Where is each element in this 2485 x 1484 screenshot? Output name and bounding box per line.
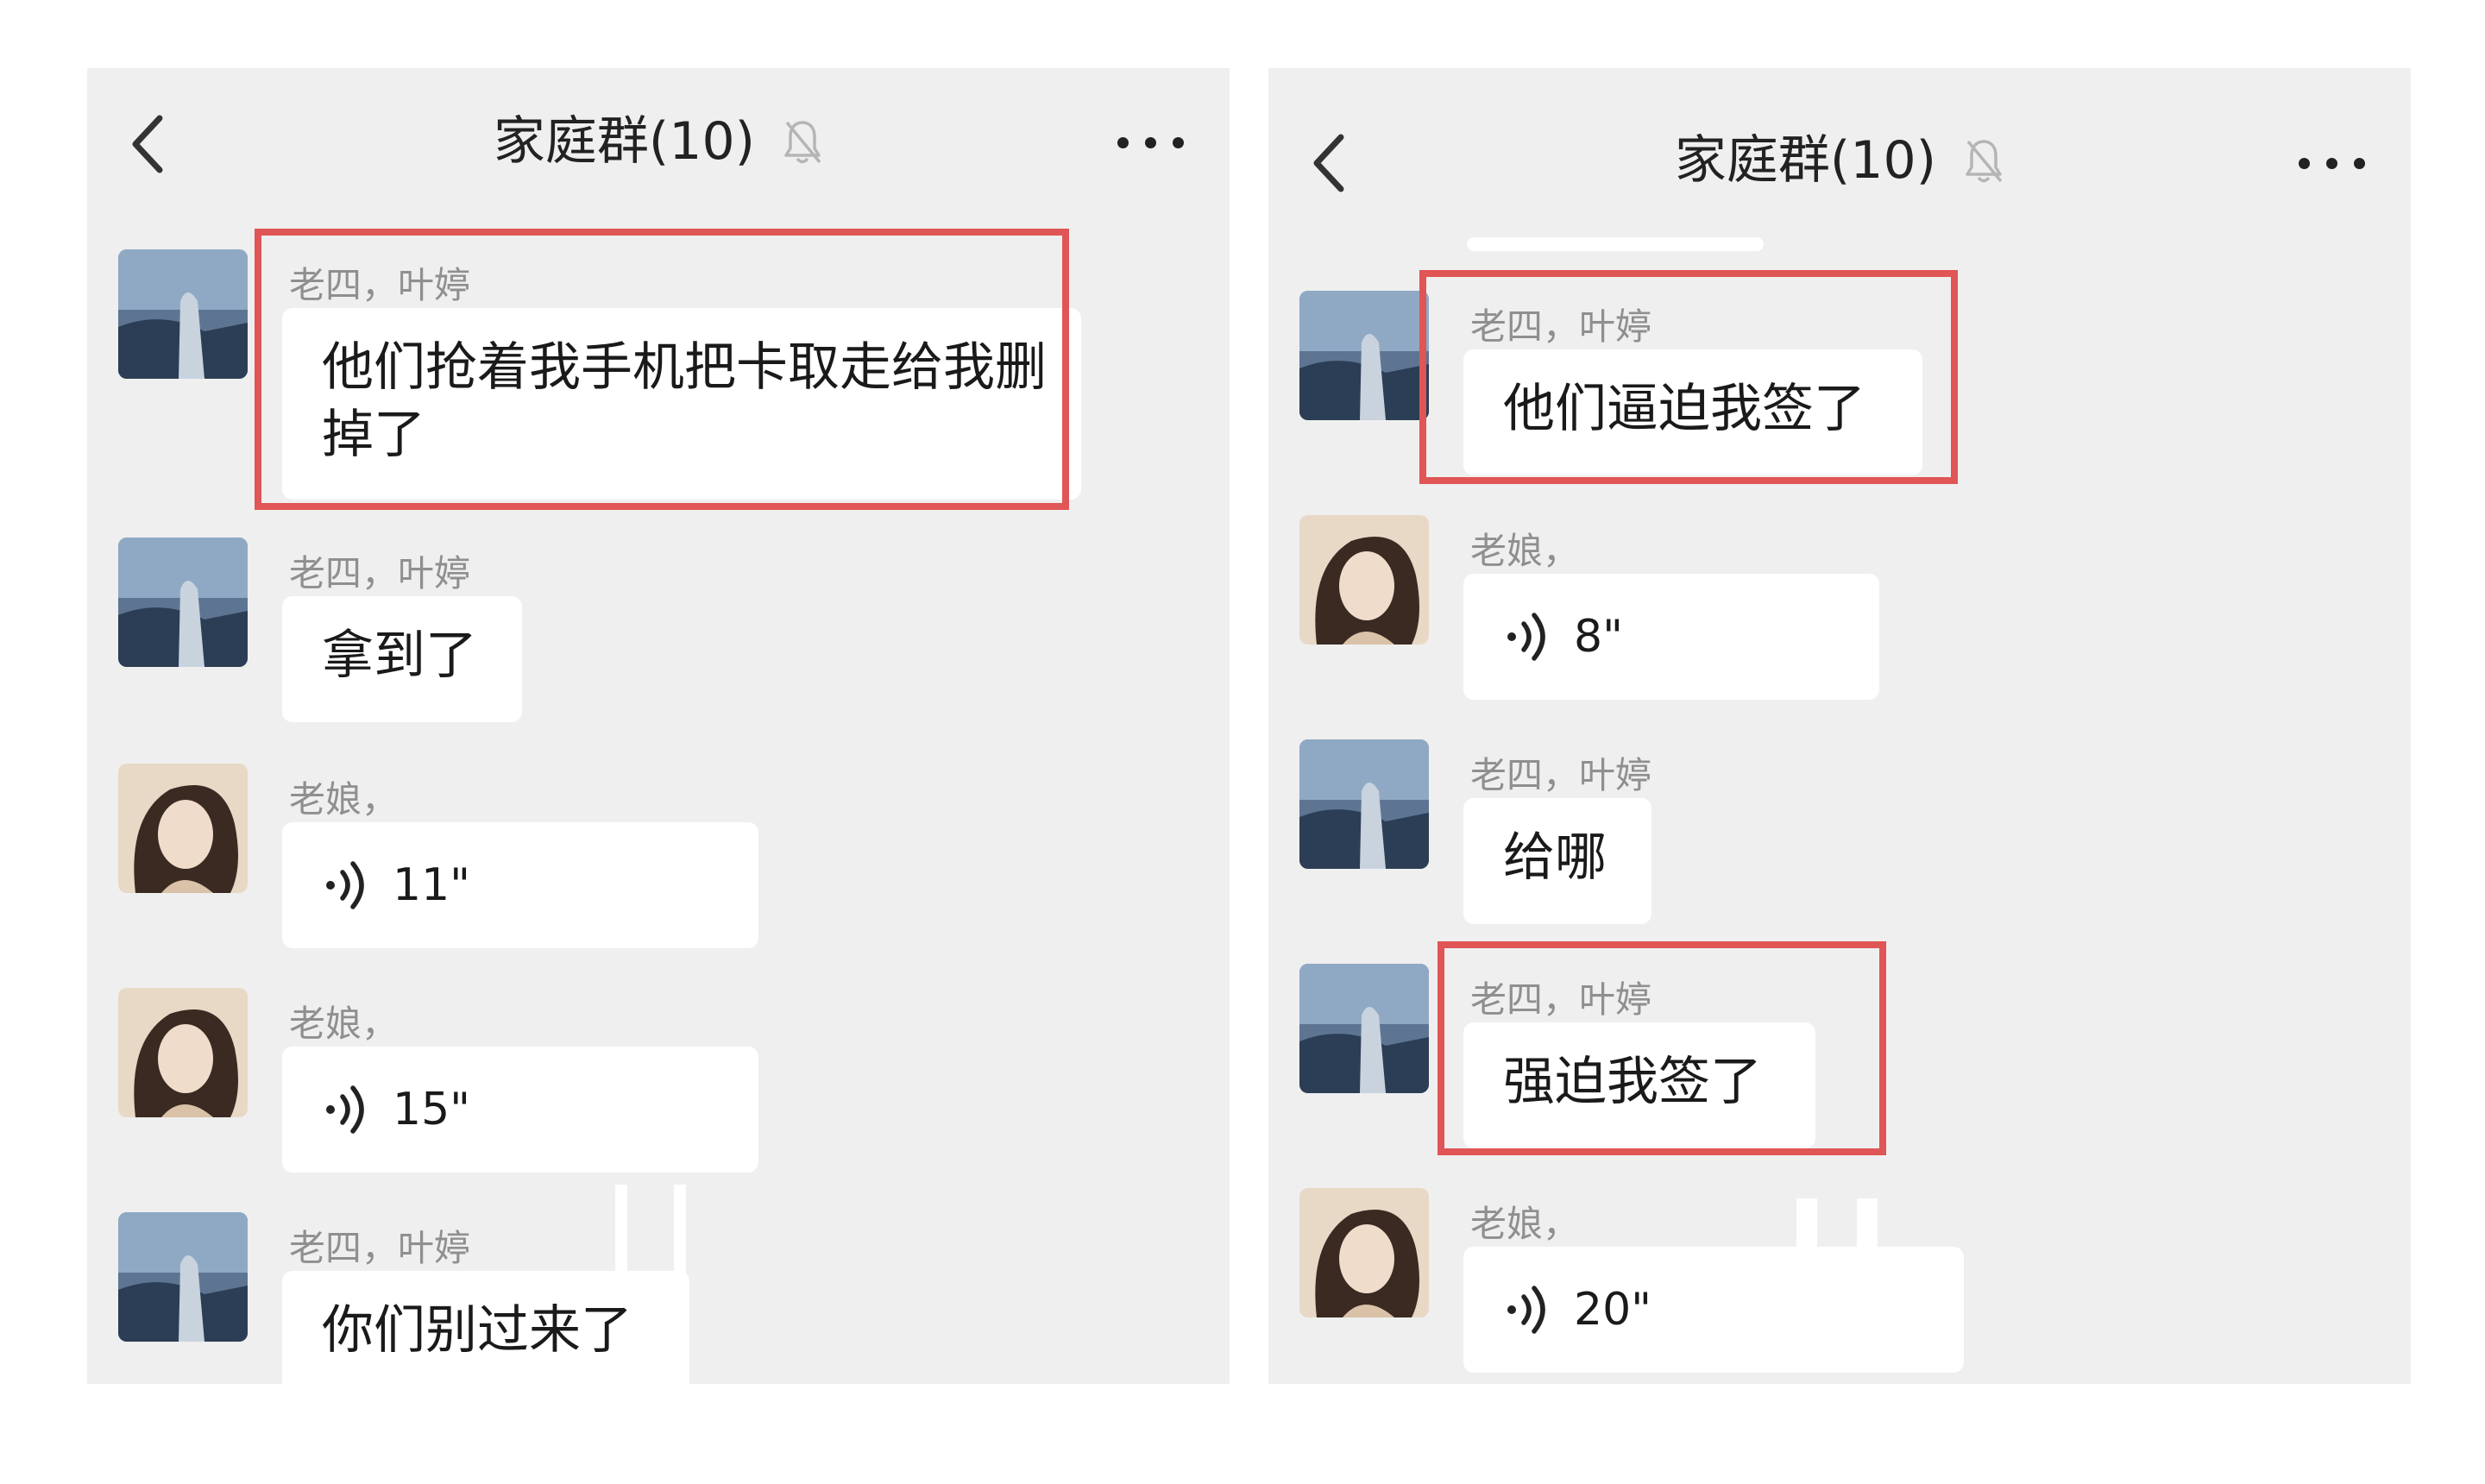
avatar[interactable] [1299,291,1429,420]
avatar[interactable] [1299,515,1429,645]
message-bubble[interactable]: 给哪 [1463,798,1651,924]
avatar[interactable] [118,988,248,1117]
message-bubble[interactable]: 拿到了 [282,596,522,722]
voice-wave-icon [326,861,364,909]
sender-name: 老娘， [289,1003,399,1045]
voice-duration: 20" [1574,1284,1652,1336]
voice-message-bubble[interactable]: 15" [282,1047,758,1173]
bell-off-icon [784,121,821,164]
bell-off-icon [1966,140,2003,183]
highlight-box [1438,941,1886,1155]
title-wrap: 家庭群(10) [87,103,1230,180]
voice-wave-icon [326,1085,364,1134]
chat-panel-right: 家庭群(10) 老四，叶婷 他们逼迫我签了 老娘， 8" 老四，叶婷 给哪 老四… [1268,68,2411,1384]
voice-message-bubble[interactable]: 20" [1463,1247,1964,1373]
voice-duration: 8" [1574,611,1624,663]
avatar[interactable] [118,538,248,667]
voice-wave-icon [1507,1286,1545,1334]
sender-name: 老娘， [289,778,399,821]
chat-panel-left: 家庭群(10) 老四，叶婷 他们抢着我手机把卡取走给我删掉了 老四，叶婷 拿到了… [87,68,1230,1384]
voice-wave-icon [1507,613,1545,661]
voice-message-bubble[interactable]: 8" [1463,574,1879,700]
message-bubble[interactable]: 你们别过来了 [282,1271,689,1384]
avatar[interactable] [118,764,248,893]
highlight-box [1419,270,1958,484]
overlay-mark [674,1185,686,1280]
avatar[interactable] [1299,1188,1429,1317]
title-wrap: 家庭群(10) [1268,122,2411,199]
message-text: 给哪 [1503,827,1607,888]
chat-title: 家庭群(10) [493,111,756,172]
sender-name: 老四，叶婷 [289,552,471,594]
overlay-mark [615,1185,627,1280]
voice-duration: 11" [393,859,471,911]
chat-title: 家庭群(10) [1674,130,1937,191]
highlight-box [255,229,1069,510]
chat-header: 家庭群(10) [1268,68,2411,215]
overlay-mark [1467,237,1764,251]
message-text: 拿到了 [322,626,477,686]
more-dots-icon[interactable] [1117,129,1186,154]
avatar[interactable] [1299,964,1429,1093]
sender-name: 老娘， [1470,530,1580,572]
more-dots-icon[interactable] [2299,149,2368,175]
message-text: 你们别过来了 [322,1300,632,1361]
sender-name: 老四，叶婷 [1470,754,1652,796]
avatar[interactable] [1299,739,1429,869]
voice-message-bubble[interactable]: 11" [282,822,758,948]
avatar[interactable] [118,1212,248,1342]
overlay-mark [1857,1198,1878,1247]
sender-name: 老四，叶婷 [289,1227,471,1269]
overlay-mark [1796,1198,1817,1247]
sender-name: 老娘， [1470,1203,1580,1245]
avatar[interactable] [118,249,248,379]
voice-duration: 15" [393,1084,471,1135]
chat-header: 家庭群(10) [87,68,1230,215]
